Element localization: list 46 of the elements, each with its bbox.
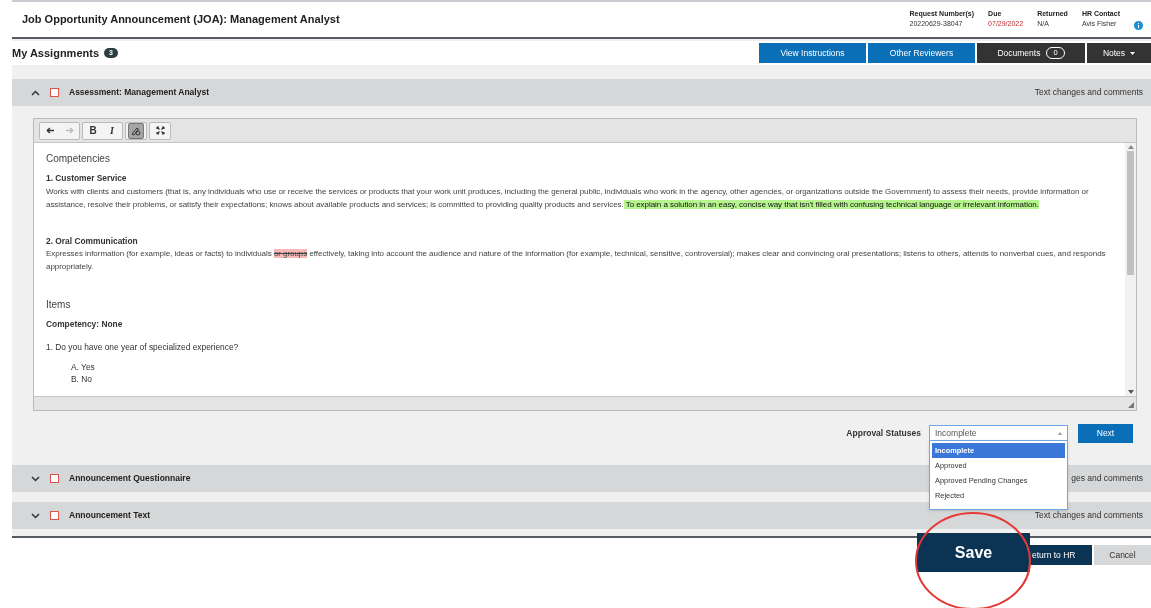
page-title: Job Opportunity Announcement (JOA): Management Analyst [22, 12, 340, 28]
save-button[interactable]: Save [917, 533, 1030, 572]
answer-option: A. Yes [46, 361, 1121, 374]
field-label: Approval Statuses [846, 426, 921, 440]
section-note: ges and comments [1071, 472, 1143, 485]
redo-icon [64, 127, 74, 134]
status-dropdown[interactable]: Incomplete [929, 425, 1068, 441]
caret-icon [1058, 431, 1062, 435]
notes-button[interactable]: Notes [1087, 43, 1151, 63]
scrollbar[interactable] [1125, 143, 1136, 396]
section-title: Assessment: Management Analyst [69, 86, 209, 99]
fullscreen-icon [155, 126, 165, 135]
section-title: Announcement Questionnaire [69, 472, 191, 485]
return-button[interactable]: eturn to HR [1030, 545, 1092, 565]
section-heading: Items [46, 298, 72, 313]
chevron-down-icon[interactable] [31, 512, 40, 519]
section-note: Text changes and comments [1034, 86, 1143, 99]
caret-icon [1130, 51, 1136, 55]
undo-icon [45, 127, 55, 134]
section-header[interactable]: Announcement Text Text changes and comments [12, 502, 1151, 529]
question-text: 1. Do you have one year of specialized experience? [46, 340, 240, 354]
resize-handle-icon[interactable] [1128, 402, 1134, 408]
bold-button[interactable]: B [85, 122, 101, 139]
action-button[interactable]: Other Reviewers [868, 43, 975, 63]
chevron-down-icon[interactable] [31, 475, 40, 482]
section-heading: Competencies [46, 152, 111, 166]
item-title: Competency: None [46, 318, 124, 331]
paragraph: Expresses information (for example, ideas or facts) to individuals or groups effectively, taking into account the audience and nature of the information (for example, technical, sensitive, controversial); makes clear and convincing oral presentations; listens to others, attends to nonverbal cues, and responds appropriately. [46, 248, 1107, 274]
paragraph: Works with clients and customers (that is, any individuals who use or receive the services or products that your work unit produces, including the general public, individuals who work in the agency, other agencies, or organizations outside the Government) to assess their needs, provide information or assistance, resolve their problems, or satisfy their expectations; knows about available products and services; is committed to providing quality products and services. To explain a solution in an easy, concise way that isn't filled with confusing technical language or irrelevant information. [46, 185, 1090, 211]
item-title: 1. Customer Service [46, 172, 128, 185]
cancel-button[interactable]: Cancel [1094, 545, 1151, 565]
track-changes-button[interactable] [128, 122, 144, 139]
track-changes-icon [131, 125, 141, 136]
chevron-up-icon[interactable] [31, 89, 40, 96]
assignments-title: My Assignments [12, 45, 99, 61]
info-icon[interactable] [1134, 21, 1143, 30]
section-header[interactable]: Assessment: Management Analyst Text changes and comments [12, 79, 1151, 106]
italic-button[interactable]: I [104, 122, 120, 139]
item-title: 2. Oral Communication [46, 234, 139, 248]
scroll-up-icon[interactable] [1127, 145, 1134, 149]
section-note: Text changes and comments [1034, 509, 1143, 522]
scroll-down-icon[interactable] [1127, 390, 1134, 394]
section-title: Announcement Text [69, 509, 151, 522]
answer-option: B. No [46, 373, 1121, 386]
next-button[interactable]: Next [1078, 423, 1133, 443]
action-button[interactable]: View Instructions [759, 43, 866, 63]
